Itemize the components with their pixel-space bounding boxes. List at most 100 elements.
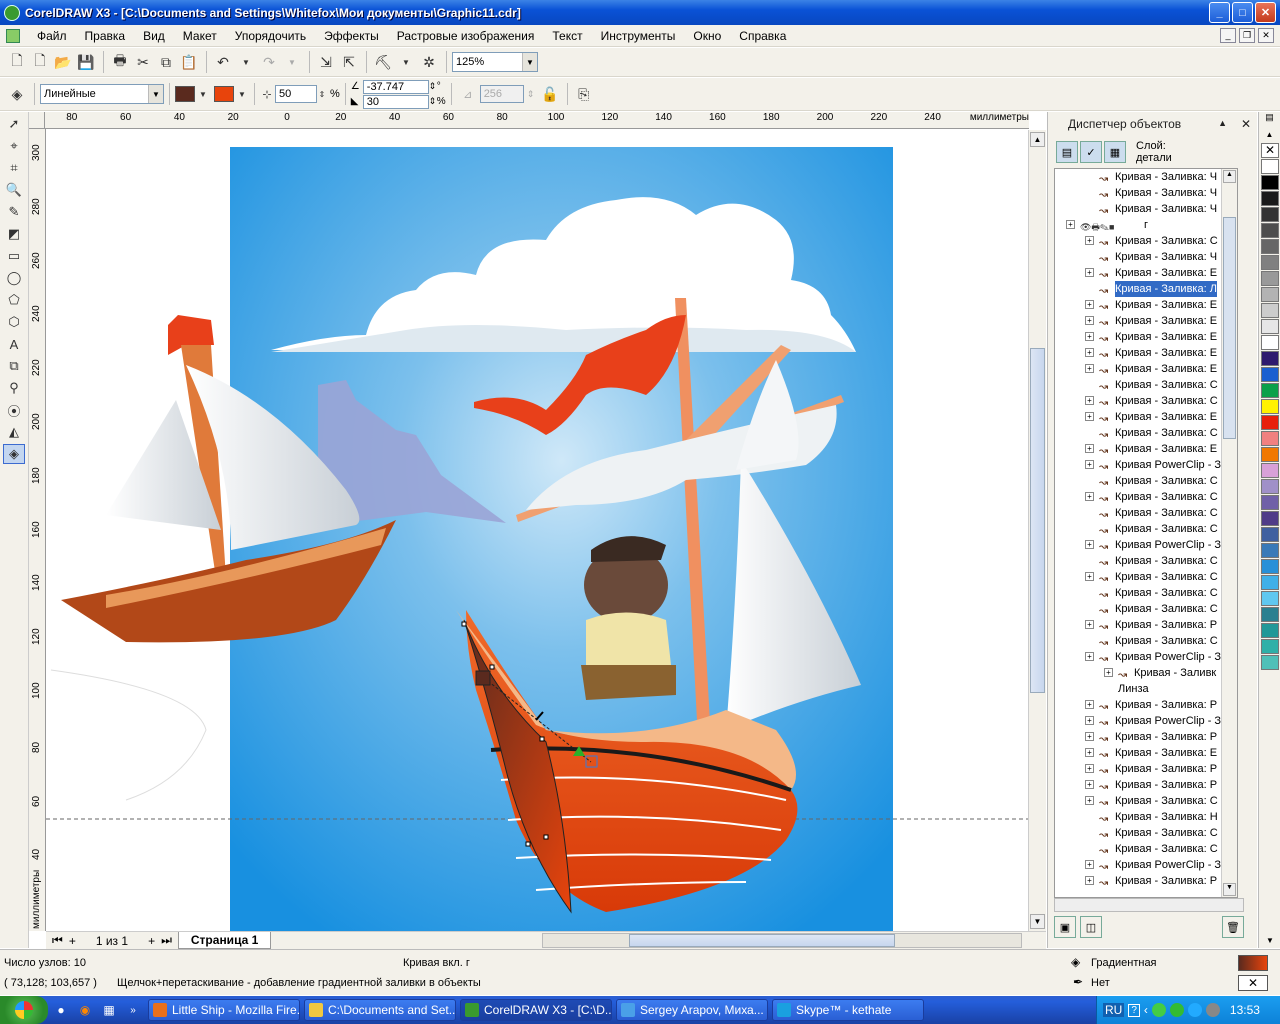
tree-item[interactable]: + ↝ Кривая - Заливка: Е (1055, 313, 1237, 329)
group-visibility-icons[interactable]: 👁🖶✎■ (1080, 219, 1140, 232)
expand-icon[interactable]: + (1085, 348, 1094, 357)
copy-icon[interactable]: ⧉ (155, 51, 177, 73)
start-color-dropdown-icon[interactable]: ▼ (197, 83, 209, 105)
tree-item[interactable]: ↝ Кривая - Заливка: С (1055, 473, 1237, 489)
palette-swatch[interactable] (1261, 223, 1279, 238)
tree-item[interactable]: + ↝ Кривая - Заливка: Е (1055, 345, 1237, 361)
new-from-template-icon[interactable]: 🗋 (29, 51, 51, 73)
tree-item[interactable]: ↝ Кривая - Заливка: С (1055, 633, 1237, 649)
coreldraw-app-icon[interactable] (4, 4, 20, 21)
menu-item-5[interactable]: Эффекты (315, 25, 388, 47)
palette-swatch[interactable] (1261, 463, 1279, 478)
ruler-origin[interactable] (29, 112, 45, 129)
switch-windows-icon[interactable]: ▦ (98, 999, 120, 1021)
expand-icon[interactable]: + (1085, 540, 1094, 549)
expand-icon[interactable]: + (1085, 620, 1094, 629)
language-indicator[interactable]: RU (1103, 1003, 1125, 1017)
horizontal-scroll-thumb[interactable] (629, 934, 895, 947)
edge-pad-field[interactable]: 30 (362, 94, 429, 109)
taskbar-button[interactable]: Skype™ - kethate (772, 999, 924, 1021)
tab-page-1[interactable]: Страница 1 (177, 932, 272, 949)
angle-field[interactable]: -37.747 (362, 79, 429, 94)
expand-icon[interactable]: + (1104, 668, 1113, 677)
export-icon[interactable]: ⇱ (338, 51, 360, 73)
delete-icon[interactable]: 🗑 (1222, 916, 1244, 938)
drawing-canvas[interactable] (46, 130, 1028, 931)
palette-swatch[interactable] (1261, 511, 1279, 526)
tree-item[interactable]: ↝ Кривая - Заливка: С (1055, 553, 1237, 569)
tree-item[interactable]: + ↝ Кривая - Заливка: Е (1055, 361, 1237, 377)
menu-item-2[interactable]: Вид (134, 25, 174, 47)
scroll-up-icon[interactable]: ▲ (1030, 132, 1045, 147)
first-page-icon[interactable]: ⏮ (52, 933, 63, 948)
doc-close-button[interactable]: ✕ (1258, 28, 1274, 43)
new-document-icon[interactable]: 🗋 (6, 51, 28, 73)
expand-icon[interactable]: + (1085, 332, 1094, 341)
palette-swatch[interactable] (1261, 623, 1279, 638)
tree-item[interactable]: + 👁🖶✎■ г (1055, 217, 1237, 233)
undo-icon[interactable]: ↶ (212, 51, 234, 73)
tree-item[interactable]: + ↝ Кривая PowerClip - З (1055, 649, 1237, 665)
menu-item-7[interactable]: Текст (543, 25, 591, 47)
midpoint-field[interactable]: 50 (275, 85, 317, 103)
freehand-tool-icon[interactable]: ✎ (3, 202, 25, 222)
palette-swatch[interactable] (1261, 207, 1279, 222)
curve-node[interactable] (539, 736, 545, 742)
tree-item[interactable]: + ↝ Кривая PowerClip - З (1055, 457, 1237, 473)
expand-icon[interactable]: + (1085, 732, 1094, 741)
tree-item[interactable]: Линза (1055, 681, 1237, 697)
expand-icon[interactable]: + (1085, 492, 1094, 501)
palette-swatch[interactable] (1261, 479, 1279, 494)
tree-item[interactable]: + ↝ Кривая - Заливка: Е (1055, 329, 1237, 345)
expand-icon[interactable]: + (1066, 220, 1075, 229)
tree-item[interactable]: + ↝ Кривая - Заливка: Р (1055, 777, 1237, 793)
document-icon[interactable] (6, 28, 20, 43)
palette-swatch[interactable] (1261, 591, 1279, 606)
menu-item-10[interactable]: Справка (730, 25, 795, 47)
palette-swatch[interactable] (1261, 495, 1279, 510)
network-tray-icon[interactable] (1151, 1003, 1166, 1017)
palette-swatch[interactable] (1261, 159, 1279, 174)
paste-icon[interactable]: 📋 (178, 51, 200, 73)
menu-item-9[interactable]: Окно (684, 25, 730, 47)
outline-tool-icon[interactable]: ⦿ (3, 400, 25, 420)
icq-tray-icon[interactable] (1169, 1003, 1184, 1017)
skype-tray-icon[interactable] (1187, 1003, 1202, 1017)
tree-item[interactable]: ↝ Кривая - Заливка: С (1055, 377, 1237, 393)
expand-icon[interactable]: + (1085, 780, 1094, 789)
corel-online-icon[interactable]: ✲ (418, 51, 440, 73)
show-desktop-icon[interactable]: ● (50, 999, 72, 1021)
tree-item[interactable]: ↝ Кривая - Заливка: С (1055, 825, 1237, 841)
expand-icon[interactable]: + (1085, 460, 1094, 469)
help-tray-icon[interactable]: ? (1128, 1003, 1140, 1017)
tree-item[interactable]: + ↝ Кривая - Заливка: Е (1055, 297, 1237, 313)
tree-item[interactable]: + ↝ Кривая - Заливк (1055, 665, 1237, 681)
object-tree[interactable]: ↝ Кривая - Заливка: Ч ↝ Кривая - Заливка: Ч… (1054, 168, 1238, 898)
menu-item-6[interactable]: Растровые изображения (388, 25, 544, 47)
undo-dropdown-icon[interactable]: ▼ (235, 51, 257, 73)
launcher-dropdown-icon[interactable]: ▼ (395, 51, 417, 73)
tree-scroll-thumb[interactable] (1223, 217, 1236, 439)
eyedropper-tool-icon[interactable]: ⚲ (3, 378, 25, 398)
tree-item[interactable]: ↝ Кривая - Заливка: С (1055, 505, 1237, 521)
expand-icon[interactable]: + (1085, 860, 1094, 869)
print-icon[interactable]: 🖶 (109, 51, 131, 73)
scroll-up-icon[interactable]: ▲ (1223, 170, 1236, 183)
palette-swatch[interactable] (1261, 655, 1279, 670)
open-icon[interactable]: 📂 (52, 51, 74, 73)
expand-icon[interactable]: + (1085, 300, 1094, 309)
new-master-layer-icon[interactable]: ◫ (1080, 916, 1102, 938)
vertical-ruler[interactable]: миллиметры 300 280 260 240 220 200 180 160 140 12… (29, 129, 46, 931)
quicklaunch-more-icon[interactable]: » (122, 999, 144, 1021)
chevron-down-icon[interactable]: ▼ (148, 85, 163, 103)
end-color-swatch[interactable] (214, 86, 234, 102)
doc-minimize-button[interactable]: _ (1220, 28, 1236, 43)
interactive-fill-tool-icon[interactable]: ◈ (3, 444, 25, 464)
add-page-before-icon[interactable]: + (69, 934, 76, 948)
chevron-down-icon[interactable]: ▼ (522, 53, 537, 71)
palette-swatch[interactable] (1261, 335, 1279, 350)
no-color-swatch[interactable]: ✕ (1261, 143, 1279, 158)
collapse-icon[interactable]: ▲ (1218, 118, 1227, 128)
tree-item[interactable]: + ↝ Кривая - Заливка: Е (1055, 745, 1237, 761)
tray-expand-icon[interactable]: ‹ (1144, 1003, 1148, 1017)
